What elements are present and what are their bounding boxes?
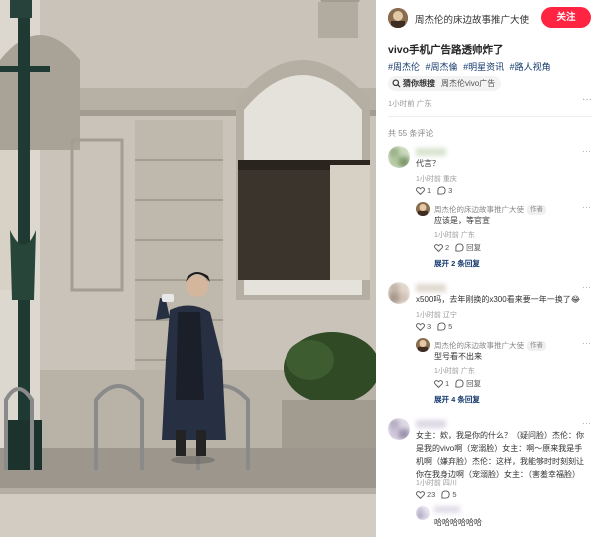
tag-link[interactable]: #周杰伦 xyxy=(388,62,420,72)
post-photo[interactable] xyxy=(0,0,376,537)
comment-actions: 3 5 xyxy=(416,322,458,331)
more-icon[interactable]: ··· xyxy=(582,282,591,292)
author-avatar[interactable] xyxy=(416,338,430,352)
comment-icon xyxy=(441,490,450,499)
divider xyxy=(388,116,592,117)
tag-link[interactable]: #明星资讯 xyxy=(463,62,504,72)
like-button[interactable]: 1 xyxy=(416,186,431,195)
more-icon[interactable]: ··· xyxy=(582,338,591,348)
comment-icon xyxy=(455,243,464,252)
commenter-avatar[interactable] xyxy=(388,282,410,304)
tag-link[interactable]: #周杰倫 xyxy=(426,62,458,72)
comment-meta: 1小时前 四川 xyxy=(416,480,457,487)
comment-text: x500吗，去年刚换的x300看来要一年一换了😂 xyxy=(416,295,581,304)
commenter-avatar[interactable] xyxy=(388,146,410,168)
like-count: 23 xyxy=(427,490,436,499)
reply-text: 型号看不出来 xyxy=(434,352,482,361)
author-name[interactable]: 周杰伦的床边故事推广大使 xyxy=(415,12,529,26)
reply-count: 3 xyxy=(448,186,453,195)
reply-button[interactable]: 回复 xyxy=(455,242,481,253)
author-avatar[interactable] xyxy=(416,202,430,216)
heart-icon xyxy=(416,322,425,331)
commenter-avatar[interactable] xyxy=(388,418,410,440)
comments-count: 共 55 条评论 xyxy=(388,129,434,138)
like-count: 3 xyxy=(427,322,432,331)
reply-author-name[interactable]: 周杰伦的床边故事推广大使 xyxy=(434,205,524,214)
reply-button[interactable]: 5 xyxy=(441,490,457,499)
expand-replies-link[interactable]: 展开 2 条回复 xyxy=(434,258,480,269)
commenter-avatar[interactable] xyxy=(416,506,430,520)
comment-meta: 1小时前 重庆 xyxy=(416,176,457,183)
reply-text: 哈哈哈哈哈哈 xyxy=(434,518,482,527)
heart-icon xyxy=(416,490,425,499)
reply-actions: 1 回复 xyxy=(434,378,487,389)
follow-button[interactable]: 关注 xyxy=(541,7,591,28)
expand-replies-link[interactable]: 展开 4 条回复 xyxy=(434,394,480,405)
like-button[interactable]: 23 xyxy=(416,490,435,499)
suggested-search-label: 猜你想搜 xyxy=(403,79,435,88)
reply-button[interactable]: 5 xyxy=(437,322,452,331)
reply-label: 回复 xyxy=(466,243,482,252)
like-button[interactable]: 1 xyxy=(434,379,449,388)
commenter-name-hidden xyxy=(416,148,446,156)
comment-text: 代言？ xyxy=(416,159,440,168)
reply-meta: 1小时前 广东 xyxy=(434,368,475,375)
reply-meta: 1小时前 广东 xyxy=(434,232,475,239)
commenter-name-hidden xyxy=(416,420,446,428)
comment-meta: 1小时前 辽宁 xyxy=(416,312,457,319)
heart-icon xyxy=(416,186,425,195)
heart-icon xyxy=(434,243,443,252)
more-icon[interactable]: ··· xyxy=(582,202,591,212)
comment-text: 女主：欸，我是你的什么？（疑问脸）杰伦：你是我的vivo啊（宠溺脸）女主：啊～原… xyxy=(416,431,584,479)
tag-link[interactable]: #路人视角 xyxy=(510,62,551,72)
reply-actions: 2 回复 xyxy=(434,242,487,253)
reply-text: 应该是，等官宣 xyxy=(434,216,490,225)
street-scene-image xyxy=(0,0,376,537)
like-count: 1 xyxy=(445,379,450,388)
more-icon[interactable]: ··· xyxy=(582,94,592,105)
heart-icon xyxy=(434,379,443,388)
reply-button[interactable]: 回复 xyxy=(455,378,481,389)
reply-button[interactable]: 3 xyxy=(437,186,452,195)
reply-label: 回复 xyxy=(466,379,482,388)
like-button[interactable]: 3 xyxy=(416,322,431,331)
comment-actions: 23 5 xyxy=(416,490,463,499)
comment-icon xyxy=(455,379,464,388)
author-bar: 周杰伦的床边故事推广大使 关注 xyxy=(376,0,600,36)
reply-author-name[interactable]: 周杰伦的床边故事推广大使 xyxy=(434,341,524,350)
like-button[interactable]: 2 xyxy=(434,243,449,252)
comment-actions: 1 3 xyxy=(416,186,458,195)
author-avatar[interactable] xyxy=(388,8,408,28)
like-count: 2 xyxy=(445,243,450,252)
post-detail-panel: 周杰伦的床边故事推广大使 关注 vivo手机广告路透帅炸了 #周杰伦 #周杰倫 … xyxy=(376,0,600,537)
commenter-name-hidden xyxy=(416,284,446,292)
suggested-search-query: 周杰伦vivo广告 xyxy=(441,79,496,88)
more-icon[interactable]: ··· xyxy=(582,146,591,156)
search-icon xyxy=(392,79,401,88)
post-title: vivo手机广告路透帅炸了 xyxy=(388,44,504,56)
suggested-search-chip[interactable]: 猜你想搜 周杰伦vivo广告 xyxy=(388,76,502,91)
comment-icon xyxy=(437,186,446,195)
more-icon[interactable]: ··· xyxy=(582,418,591,428)
like-count: 1 xyxy=(427,186,432,195)
tag-list: #周杰伦 #周杰倫 #明星资讯 #路人视角 xyxy=(388,60,554,73)
commenter-name-hidden xyxy=(434,506,460,513)
post-meta: 1小时前 广东 xyxy=(388,99,432,108)
reply-count: 5 xyxy=(448,322,453,331)
reply-count: 5 xyxy=(452,490,457,499)
comment-icon xyxy=(437,322,446,331)
